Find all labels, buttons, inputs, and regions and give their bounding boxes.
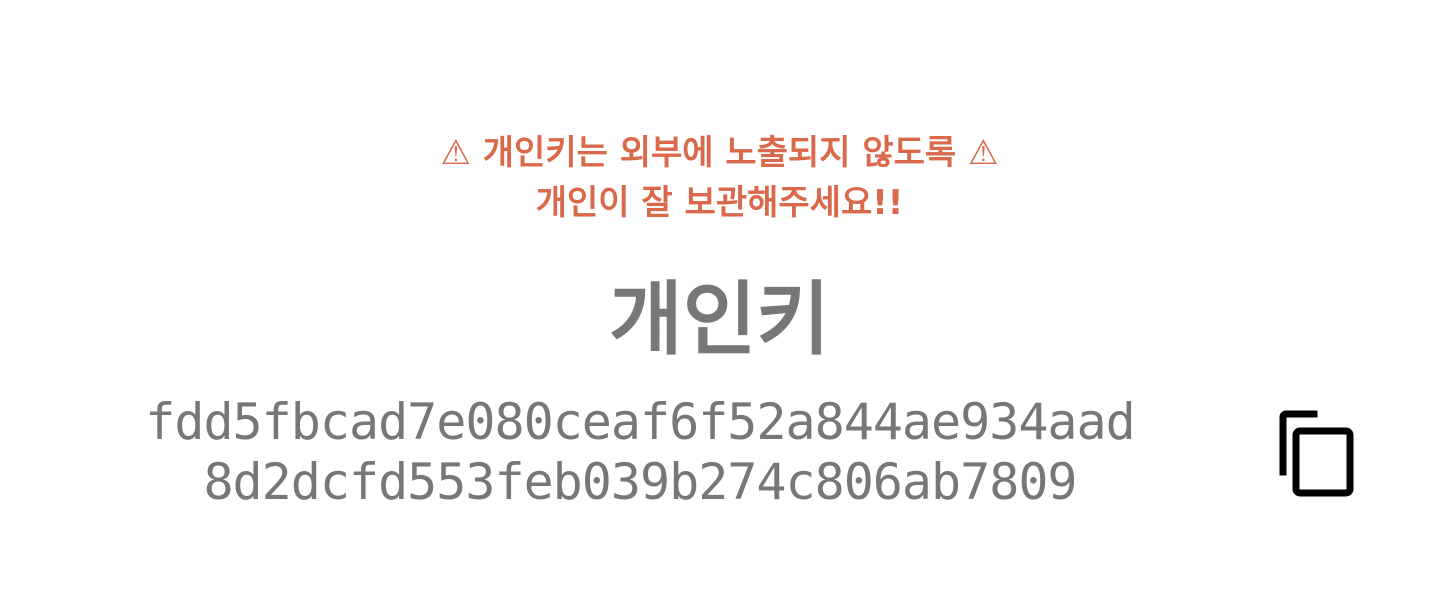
page-title: 개인키 <box>609 273 830 366</box>
private-key-line-2: 8d2dcfd553feb039b274c806ab7809 <box>203 453 1077 511</box>
copy-button[interactable] <box>1278 410 1358 500</box>
warning-line-2: 개인이 잘 보관해주세요!! <box>535 183 904 223</box>
warning-message: ⚠ 개인키는 외부에 노출되지 않도록 ⚠ 개인이 잘 보관해주세요!! <box>0 128 1439 228</box>
private-key-line-1: fdd5fbcad7e080ceaf6f52a844ae934aad <box>145 393 1136 451</box>
private-key-value: fdd5fbcad7e080ceaf6f52a844ae934aad 8d2dc… <box>60 392 1220 512</box>
copy-icon <box>1279 410 1354 497</box>
warning-line-1: ⚠ 개인키는 외부에 노출되지 않도록 ⚠ <box>440 133 999 173</box>
